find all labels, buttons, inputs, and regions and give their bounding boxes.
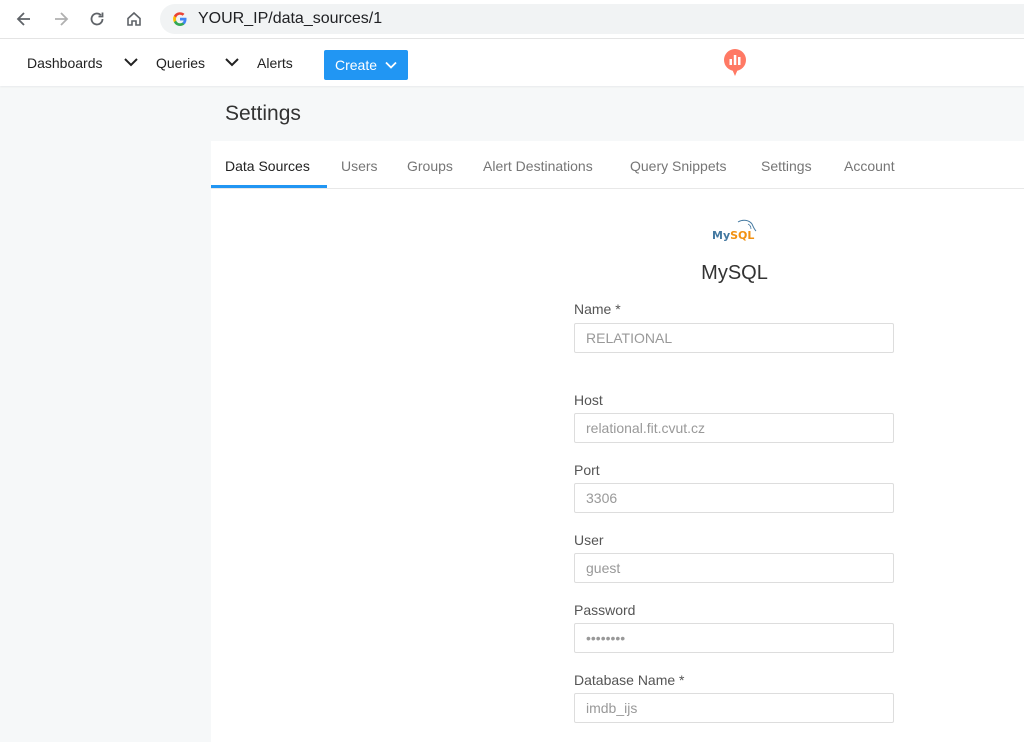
settings-tabs: Data Sources Users Groups Alert Destinat… <box>211 141 1024 189</box>
password-field[interactable] <box>574 623 894 653</box>
top-navigation: Dashboards Queries Alerts Create <box>0 39 1024 86</box>
arrow-left-icon[interactable] <box>12 7 36 31</box>
browser-toolbar: YOUR_IP/data_sources/1 <box>0 0 1024 39</box>
arrow-right-icon[interactable] <box>49 7 73 31</box>
nav-dashboards[interactable]: Dashboards <box>27 55 103 71</box>
datasource-type-name: MySQL <box>701 262 768 284</box>
user-field[interactable] <box>574 553 894 583</box>
nav-queries[interactable]: Queries <box>156 55 205 71</box>
tab-account[interactable]: Account <box>844 158 895 174</box>
active-tab-indicator <box>211 185 327 188</box>
tab-alert-destinations[interactable]: Alert Destinations <box>483 158 593 174</box>
host-field-label: Host <box>574 392 603 408</box>
chevron-down-icon[interactable] <box>225 57 239 67</box>
chevron-down-icon[interactable] <box>124 57 138 67</box>
password-field-label: Password <box>574 602 636 618</box>
page-title: Settings <box>225 102 301 125</box>
port-field[interactable] <box>574 483 894 513</box>
name-field-label: Name * <box>574 301 621 317</box>
url-text: YOUR_IP/data_sources/1 <box>198 10 383 27</box>
mysql-logo: MySQL <box>712 219 757 242</box>
nav-alerts[interactable]: Alerts <box>257 55 293 71</box>
settings-panel: Data Sources Users Groups Alert Destinat… <box>211 141 1024 742</box>
tab-query-snippets[interactable]: Query Snippets <box>630 158 727 174</box>
create-button[interactable]: Create <box>324 50 408 80</box>
google-icon <box>173 12 187 26</box>
create-button-label: Create <box>335 57 378 73</box>
tab-data-sources[interactable]: Data Sources <box>225 158 310 174</box>
reload-icon[interactable] <box>85 7 109 31</box>
address-bar[interactable]: YOUR_IP/data_sources/1 <box>160 4 1024 34</box>
name-field[interactable] <box>574 323 894 353</box>
host-field[interactable] <box>574 413 894 443</box>
svg-text:MySQL: MySQL <box>712 229 754 242</box>
redash-logo-icon[interactable] <box>723 49 747 77</box>
chevron-down-icon <box>385 61 397 69</box>
tab-users[interactable]: Users <box>341 158 378 174</box>
database-name-field[interactable] <box>574 693 894 723</box>
tab-groups[interactable]: Groups <box>407 158 453 174</box>
user-field-label: User <box>574 532 604 548</box>
port-field-label: Port <box>574 462 600 478</box>
tab-settings[interactable]: Settings <box>761 158 812 174</box>
database-name-field-label: Database Name * <box>574 672 685 688</box>
home-icon[interactable] <box>122 7 146 31</box>
